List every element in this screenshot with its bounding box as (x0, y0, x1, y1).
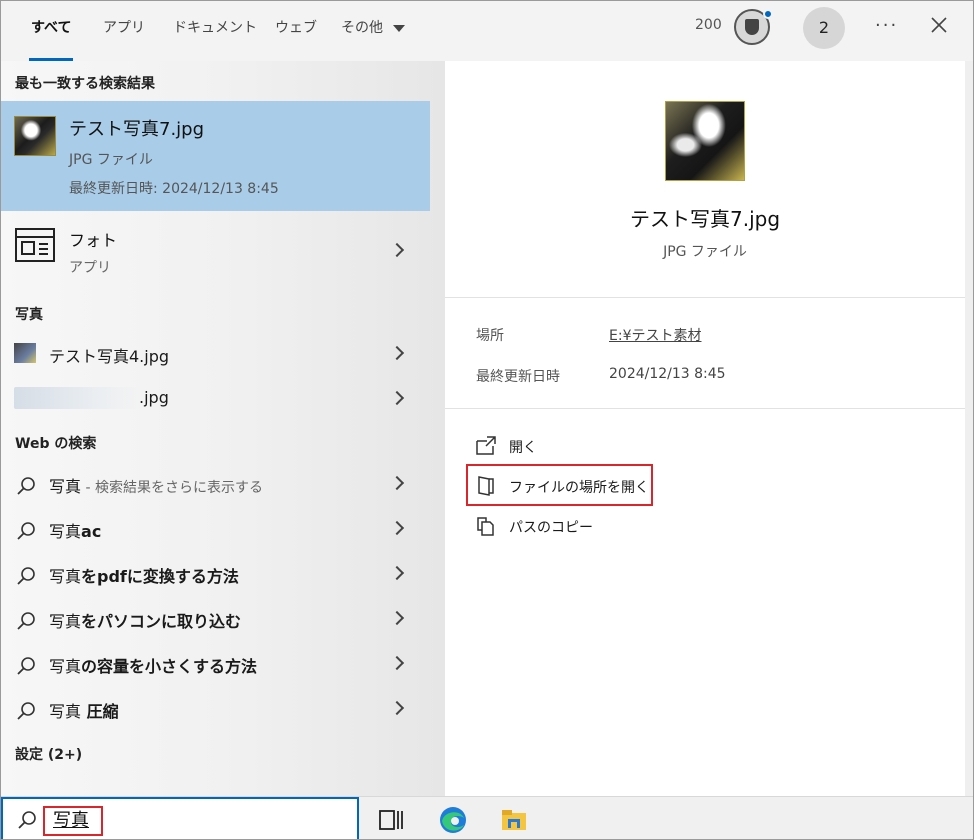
chevron-right-icon (389, 390, 405, 406)
list-item[interactable]: テスト写真4.jpg (1, 332, 430, 376)
chevron-right-icon (389, 520, 405, 536)
reward-points: 200 (695, 17, 722, 33)
chevron-right-icon (389, 700, 405, 716)
edge-icon[interactable] (438, 805, 468, 835)
open-icon (476, 436, 496, 455)
divider (445, 408, 965, 409)
query-text: 写真 (49, 702, 82, 721)
best-match-name: テスト写真7.jpg (69, 119, 205, 140)
query-text: 写真 (49, 522, 82, 541)
query-text: 写真 (49, 567, 82, 586)
copy-path-label: パスのコピー (509, 520, 593, 536)
photo-name: テスト写真4.jpg (49, 347, 170, 366)
chevron-right-icon (389, 475, 405, 491)
trophy-icon[interactable] (734, 9, 773, 45)
tab-web[interactable]: ウェブ (275, 1, 317, 61)
avatar[interactable]: 2 (803, 7, 845, 49)
tab-more-label: その他 (341, 20, 383, 36)
close-icon[interactable] (929, 15, 949, 35)
query-completion: 圧縮 (81, 702, 119, 721)
search-icon (17, 567, 35, 585)
tab-documents[interactable]: ドキュメント (173, 1, 257, 61)
search-icon (17, 702, 35, 720)
best-match-type: JPG ファイル (69, 152, 153, 168)
notification-dot (763, 9, 773, 19)
search-icon (18, 811, 36, 829)
image-thumbnail (14, 116, 56, 156)
location-link[interactable]: E:¥テスト素材 (609, 325, 701, 345)
web-suggestion[interactable]: 写真 - 検索結果をさらに表示する (1, 462, 430, 506)
query-text: 写真 (49, 657, 82, 676)
web-search-heading: Web の検索 (15, 436, 97, 452)
web-suggestion[interactable]: 写真の容量を小さくする方法 (1, 642, 430, 686)
location-label: 場所 (476, 328, 504, 344)
settings-heading[interactable]: 設定 (2+) (15, 744, 82, 764)
search-icon (17, 522, 35, 540)
search-input[interactable]: 写真 (1, 797, 359, 839)
search-icon (17, 657, 35, 675)
query-completion: の容量を小さくする方法 (81, 657, 258, 676)
chevron-right-icon (389, 610, 405, 626)
copy-icon (477, 517, 494, 536)
more-options-button[interactable]: ··· (875, 15, 898, 36)
best-match-modified: 最終更新日時: 2024/12/13 8:45 (69, 181, 279, 197)
copy-path-button[interactable]: パスのコピー (475, 512, 715, 540)
taskbar: 写真 (1, 796, 973, 839)
search-query[interactable]: 写真 (43, 806, 103, 836)
search-header: すべて アプリ ドキュメント ウェブ その他 200 2 ··· (1, 1, 973, 61)
modified-label: 最終更新日時 (476, 369, 560, 385)
photos-heading: 写真 (15, 307, 43, 323)
app-name: フォト (69, 231, 118, 250)
search-icon (17, 612, 35, 630)
search-icon (17, 477, 35, 495)
file-explorer-icon[interactable] (499, 805, 529, 835)
query-completion: ac (81, 522, 102, 541)
preview-image (665, 101, 745, 181)
photos-app-icon (15, 228, 55, 262)
task-view-icon[interactable] (376, 805, 406, 835)
results-pane: 最も一致する検索結果 テスト写真7.jpg JPG ファイル 最終更新日時: 2… (1, 61, 445, 796)
blurred-filename (14, 387, 141, 409)
web-suggestion[interactable]: 写真をpdfに変換する方法 (1, 552, 430, 596)
tab-all[interactable]: すべて (28, 1, 74, 61)
chevron-right-icon (389, 655, 405, 671)
chevron-down-icon (393, 24, 405, 32)
web-suggestion[interactable]: 写真 圧縮 (1, 687, 430, 731)
query-completion: をパソコンに取り込む (81, 612, 242, 631)
query-hint: - 検索結果をさらに表示する (81, 480, 263, 496)
query-text: 写真 (49, 477, 82, 496)
chevron-right-icon (389, 565, 405, 581)
open-button[interactable]: 開く (475, 432, 715, 460)
divider (445, 297, 965, 298)
preview-file-name: テスト写真7.jpg (629, 207, 781, 231)
search-window: すべて アプリ ドキュメント ウェブ その他 200 2 ··· 最も一致する検… (0, 0, 974, 840)
app-type: アプリ (69, 260, 111, 276)
modified-value: 2024/12/13 8:45 (609, 366, 726, 382)
query-completion: をpdfに変換する方法 (81, 567, 239, 586)
app-result-photos[interactable]: フォト アプリ (1, 211, 430, 291)
chevron-right-icon (389, 242, 405, 258)
best-match-item[interactable]: テスト写真7.jpg JPG ファイル 最終更新日時: 2024/12/13 8… (1, 101, 430, 211)
list-item[interactable]: .jpg (1, 377, 430, 421)
web-suggestion[interactable]: 写真をパソコンに取り込む (1, 597, 430, 641)
image-thumbnail (14, 343, 36, 363)
highlight-box (466, 464, 653, 506)
tab-apps[interactable]: アプリ (103, 1, 145, 61)
open-label: 開く (509, 440, 537, 456)
preview-file-type: JPG ファイル (663, 244, 747, 260)
query-text: 写真 (49, 612, 82, 631)
best-match-heading: 最も一致する検索結果 (15, 76, 155, 92)
photo-name: .jpg (139, 388, 169, 407)
preview-pane: テスト写真7.jpg JPG ファイル 場所 E:¥テスト素材 最終更新日時 2… (445, 61, 965, 796)
tab-more[interactable]: その他 (341, 1, 405, 61)
chevron-right-icon (389, 345, 405, 361)
web-suggestion[interactable]: 写真ac (1, 507, 430, 551)
